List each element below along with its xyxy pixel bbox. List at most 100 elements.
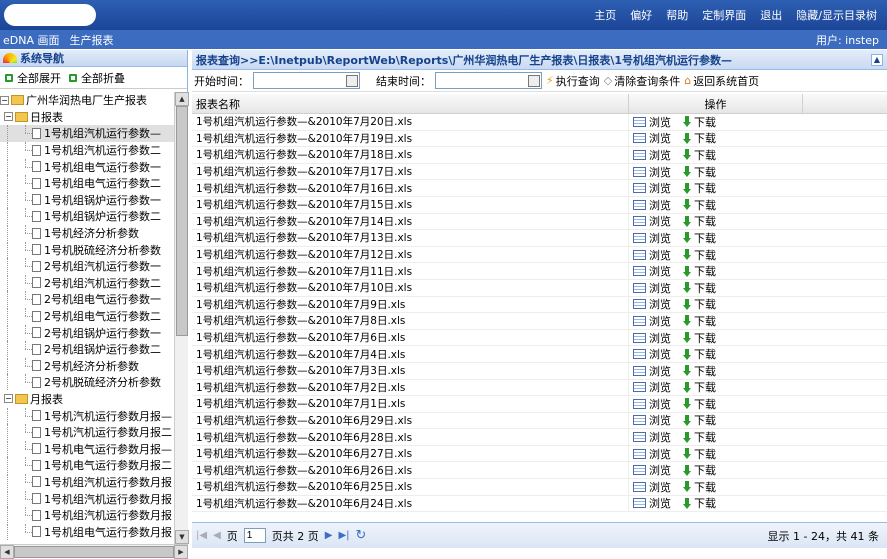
browse-icon[interactable] xyxy=(633,133,646,144)
tree-node[interactable]: 1号机组锅炉运行参数一 xyxy=(0,191,174,209)
tree-node[interactable]: 1号机电气运行参数月报二 xyxy=(0,457,174,474)
download-icon[interactable] xyxy=(683,332,691,344)
browse-icon[interactable] xyxy=(633,282,646,293)
report-name-cell[interactable]: 1号机组汽机运行参数—&2010年7月8日.xls xyxy=(192,313,629,329)
tree-node[interactable]: 1号机组电气运行参数二 xyxy=(0,175,174,192)
download-icon[interactable] xyxy=(683,298,691,310)
tree-node[interactable]: 1号机组电气运行参数一 xyxy=(0,158,174,175)
browse-icon[interactable] xyxy=(633,448,646,459)
nav-preferences[interactable]: 偏好 xyxy=(630,7,652,23)
page-number-input[interactable] xyxy=(243,528,266,543)
browse-link[interactable]: 浏览 xyxy=(649,214,671,230)
browse-link[interactable]: 浏览 xyxy=(649,131,671,147)
browse-icon[interactable] xyxy=(633,216,646,227)
download-icon[interactable] xyxy=(683,365,691,377)
download-icon[interactable] xyxy=(683,448,691,460)
tree-node[interactable]: 1号机汽机运行参数月报— xyxy=(0,407,174,424)
download-link[interactable]: 下载 xyxy=(694,346,716,362)
report-name-cell[interactable]: 1号机组汽机运行参数—&2010年6月26日.xls xyxy=(192,462,629,479)
browse-icon[interactable] xyxy=(633,398,646,409)
tree-node[interactable]: 2号机组锅炉运行参数一 xyxy=(0,324,174,341)
tab-production-report[interactable]: 生产报表 xyxy=(70,32,114,48)
report-name-cell[interactable]: 1号机组汽机运行参数—&2010年7月9日.xls xyxy=(192,296,629,313)
download-link[interactable]: 下载 xyxy=(694,413,716,429)
download-link[interactable]: 下载 xyxy=(694,230,716,246)
refresh-icon[interactable]: ↻ xyxy=(356,528,367,543)
download-link[interactable]: 下载 xyxy=(694,214,716,230)
tree-node[interactable]: 1号机组汽机运行参数月报 xyxy=(0,473,174,491)
first-page-icon[interactable]: |◀ xyxy=(196,530,207,541)
tree-node[interactable]: 2号机组电气运行参数二 xyxy=(0,308,174,325)
browse-icon[interactable] xyxy=(633,432,646,443)
download-link[interactable]: 下载 xyxy=(694,479,716,495)
tree-node[interactable]: 2号机组电气运行参数一 xyxy=(0,291,174,308)
download-icon[interactable] xyxy=(683,381,691,393)
tree-toggle-icon[interactable]: − xyxy=(4,112,13,122)
expand-all-button[interactable]: 全部展开 xyxy=(3,70,61,86)
browse-icon[interactable] xyxy=(633,481,646,492)
report-name-cell[interactable]: 1号机组汽机运行参数—&2010年6月27日.xls xyxy=(192,445,629,462)
download-link[interactable]: 下载 xyxy=(694,263,716,279)
end-time-input[interactable] xyxy=(435,72,542,89)
download-link[interactable]: 下载 xyxy=(694,313,716,329)
download-link[interactable]: 下载 xyxy=(694,164,716,180)
download-icon[interactable] xyxy=(683,182,691,194)
download-icon[interactable] xyxy=(683,132,691,144)
tab-edna[interactable]: eDNA 画面 xyxy=(3,32,60,48)
scroll-down-icon[interactable]: ▼ xyxy=(175,530,189,544)
download-link[interactable]: 下载 xyxy=(694,297,716,313)
report-name-cell[interactable]: 1号机组汽机运行参数—&2010年7月2日.xls xyxy=(192,379,629,396)
hscroll-thumb[interactable] xyxy=(14,546,174,558)
download-icon[interactable] xyxy=(683,166,691,178)
scroll-left-icon[interactable]: ◀ xyxy=(0,545,14,559)
back-home-button[interactable]: ⌂ 返回系统首页 xyxy=(684,73,759,89)
tree-node[interactable]: 1号机脱硫经济分析参数 xyxy=(0,241,174,258)
download-link[interactable]: 下载 xyxy=(694,247,716,263)
tree-node[interactable]: 2号机组汽机运行参数一 xyxy=(0,258,174,275)
browse-link[interactable]: 浏览 xyxy=(649,330,671,346)
tree-node[interactable]: 1号机组电气运行参数月报 xyxy=(0,523,174,540)
download-link[interactable]: 下载 xyxy=(694,496,716,512)
report-name-cell[interactable]: 1号机组汽机运行参数—&2010年7月13日.xls xyxy=(192,230,629,246)
report-name-cell[interactable]: 1号机组汽机运行参数—&2010年7月12日.xls xyxy=(192,246,629,263)
download-link[interactable]: 下载 xyxy=(694,131,716,147)
download-icon[interactable] xyxy=(683,398,691,410)
browse-link[interactable]: 浏览 xyxy=(649,380,671,396)
download-icon[interactable] xyxy=(683,282,691,294)
browse-icon[interactable] xyxy=(633,149,646,160)
browse-link[interactable]: 浏览 xyxy=(649,413,671,429)
report-name-cell[interactable]: 1号机组汽机运行参数—&2010年7月11日.xls xyxy=(192,263,629,279)
tree-node[interactable]: 1号机经济分析参数 xyxy=(0,225,174,242)
download-link[interactable]: 下载 xyxy=(694,197,716,213)
report-name-cell[interactable]: 1号机组汽机运行参数—&2010年6月25日.xls xyxy=(192,479,629,495)
browse-icon[interactable] xyxy=(633,415,646,426)
browse-icon[interactable] xyxy=(633,199,646,210)
browse-link[interactable]: 浏览 xyxy=(649,247,671,263)
column-header-name[interactable]: 报表名称 xyxy=(192,94,629,113)
start-time-input[interactable] xyxy=(253,72,360,89)
browse-link[interactable]: 浏览 xyxy=(649,396,671,412)
browse-icon[interactable] xyxy=(633,249,646,260)
last-page-icon[interactable]: ▶| xyxy=(338,530,349,541)
browse-icon[interactable] xyxy=(633,166,646,177)
tree-horizontal-scrollbar[interactable]: ◀ ▶ xyxy=(0,544,188,559)
browse-link[interactable]: 浏览 xyxy=(649,313,671,329)
download-icon[interactable] xyxy=(683,232,691,244)
tree-toggle-icon[interactable]: − xyxy=(0,95,9,105)
browse-icon[interactable] xyxy=(633,365,646,376)
browse-icon[interactable] xyxy=(633,349,646,360)
browse-link[interactable]: 浏览 xyxy=(649,180,671,196)
nav-help[interactable]: 帮助 xyxy=(666,7,688,23)
download-icon[interactable] xyxy=(683,149,691,161)
tree-node[interactable]: 1号机组汽机运行参数月报 xyxy=(0,507,174,524)
nav-toggle-tree[interactable]: 隐藏/显示目录树 xyxy=(796,7,877,23)
download-icon[interactable] xyxy=(683,199,691,211)
collapse-all-button[interactable]: 全部折叠 xyxy=(67,70,125,86)
download-link[interactable]: 下载 xyxy=(694,396,716,412)
tree-vertical-scrollbar[interactable]: ▲ ▼ xyxy=(174,92,189,544)
nav-customize[interactable]: 定制界面 xyxy=(702,7,746,23)
browse-link[interactable]: 浏览 xyxy=(649,164,671,180)
download-icon[interactable] xyxy=(683,481,691,493)
report-name-cell[interactable]: 1号机组汽机运行参数—&2010年7月16日.xls xyxy=(192,180,629,196)
browse-link[interactable]: 浏览 xyxy=(649,280,671,296)
